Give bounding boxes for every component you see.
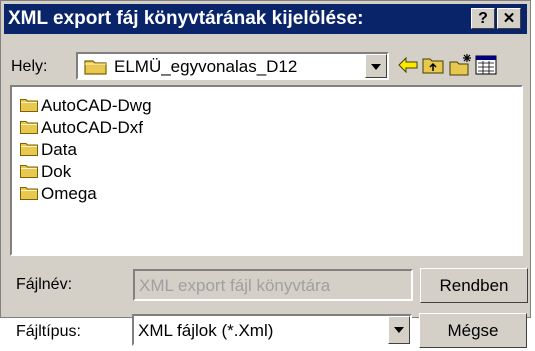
filetype-value: XML fájlok (*.Xml): [138, 321, 274, 340]
close-button[interactable]: ✕: [497, 8, 521, 29]
location-dropdown-button[interactable]: [365, 54, 387, 78]
list-item-label: Data: [41, 140, 77, 159]
file-list[interactable]: AutoCAD-Dwg AutoCAD-Dxf Data Dok Omega: [10, 85, 523, 256]
chevron-down-icon: [394, 327, 404, 333]
help-button[interactable]: ?: [471, 8, 495, 29]
dialog-title: XML export fáj könyvtárának kijelölése:: [8, 8, 364, 29]
folder-icon: [84, 60, 107, 75]
cancel-button[interactable]: Mégse: [419, 313, 527, 348]
list-item-label: Dok: [41, 162, 72, 181]
file-dialog: XML export fáj könyvtárának kijelölése: …: [0, 0, 531, 340]
up-folder-icon[interactable]: [421, 53, 445, 77]
new-folder-icon[interactable]: [448, 53, 472, 77]
ok-button[interactable]: Rendben: [420, 268, 528, 303]
folder-icon: [20, 121, 38, 134]
filetype-label: Fájltípus:: [16, 323, 81, 340]
filename-placeholder: XML export fájl könyvtára: [139, 276, 331, 295]
location-dropdown[interactable]: ELMÜ_egyvonalas_D12: [76, 52, 389, 80]
back-icon[interactable]: [396, 53, 420, 77]
filename-label: Fájlnév:: [16, 276, 73, 293]
filename-input[interactable]: XML export fájl könyvtára: [133, 269, 413, 301]
folder-icon: [20, 143, 38, 156]
chevron-down-icon: [371, 64, 381, 70]
folder-icon: [20, 165, 38, 178]
view-menu-icon[interactable]: [474, 53, 498, 77]
list-item-label: AutoCAD-Dxf: [41, 118, 144, 137]
location-label: Hely:: [11, 58, 48, 75]
folder-icon: [20, 187, 38, 200]
filetype-dropdown[interactable]: XML fájlok (*.Xml): [132, 314, 412, 346]
title-bar: XML export fáj könyvtárának kijelölése: …: [4, 4, 527, 34]
location-value: ELMÜ_egyvonalas_D12: [114, 57, 298, 76]
list-item-label: Omega: [41, 184, 97, 203]
folder-icon: [20, 99, 38, 112]
list-item-label: AutoCAD-Dwg: [41, 96, 152, 115]
filetype-dropdown-button[interactable]: [388, 316, 410, 344]
